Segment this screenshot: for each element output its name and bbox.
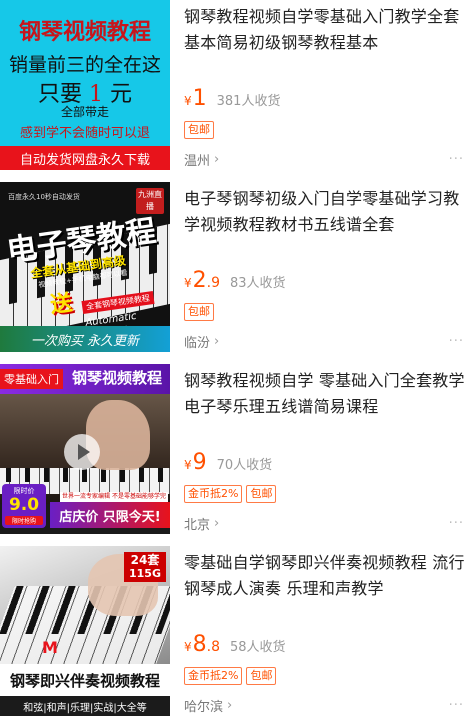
tag-free-shipping: 包邮 bbox=[184, 303, 214, 321]
thumb-bar: 店庆价 只限今天! bbox=[50, 502, 170, 528]
price-row: ¥ 8 .8 58人收货 bbox=[184, 634, 286, 656]
thumb-line: 感到学不会随时可以退 bbox=[19, 126, 150, 141]
chevron-right-icon: › bbox=[214, 152, 220, 167]
product-title[interactable]: 钢琴教程视频自学 零基础入门全套教学电子琴乐理五线谱简易课程 bbox=[184, 368, 466, 420]
location-label: 温州 bbox=[184, 154, 211, 169]
more-options-icon[interactable]: ··· bbox=[449, 516, 464, 531]
product-card[interactable]: 百度永久10秒自动发货 九洲直播 电子琴教程 全套从基础到高级 视频教程+手机电… bbox=[0, 182, 476, 364]
tag-coin-discount: 金币抵2% bbox=[184, 485, 243, 503]
thumb-heading: 钢琴即兴伴奏视频教程 bbox=[0, 664, 170, 696]
thumb-corner-badge: 24套 115G bbox=[124, 552, 166, 582]
chevron-right-icon: › bbox=[227, 698, 233, 713]
product-title[interactable]: 零基础自学钢琴即兴伴奏视频教程 流行钢琴成人演奏 乐理和声教学 bbox=[184, 550, 466, 602]
tag-coin-discount: 金币抵2% bbox=[184, 667, 243, 685]
tag-list: 金币抵2% 包邮 bbox=[184, 667, 277, 685]
product-info: 钢琴教程视频自学零基础入门教学全套基本简易初级钢琴教程基本 ¥ 1 381人收货… bbox=[184, 0, 466, 182]
sales-count: 83人收货 bbox=[230, 276, 286, 291]
sales-count: 70人收货 bbox=[216, 458, 273, 473]
price-integer: 1 bbox=[192, 86, 207, 111]
product-thumbnail[interactable]: 24套 115G M 钢琴即兴伴奏视频教程 和弦|和声|乐理|实战|大全等 bbox=[0, 546, 170, 716]
price-integer: 8 bbox=[192, 632, 207, 657]
product-card[interactable]: 24套 115G M 钢琴即兴伴奏视频教程 和弦|和声|乐理|实战|大全等 零基… bbox=[0, 546, 476, 727]
location-label: 北京 bbox=[184, 518, 211, 533]
shop-location[interactable]: 哈尔滨 › bbox=[184, 696, 232, 715]
thumb-bar: 一次购买 永久更新 bbox=[0, 326, 170, 352]
black-keys bbox=[0, 468, 170, 482]
brand-logo: M bbox=[42, 638, 58, 657]
thumb-price-badge: 限时价 9.0 限时抢购 bbox=[2, 484, 46, 528]
tag-free-shipping: 包邮 bbox=[246, 667, 277, 685]
tag-free-shipping: 包邮 bbox=[184, 121, 214, 139]
product-thumbnail[interactable]: 钢琴视频教程 销量前三的全在这 只要 1 元 全部带走 感到学不会随时可以退 自… bbox=[0, 0, 170, 170]
price-row: ¥ 1 381人收货 bbox=[184, 88, 280, 110]
price-integer: 2 bbox=[192, 268, 207, 293]
price-integer: 9 bbox=[192, 450, 207, 475]
thumb-gift-text: 送 bbox=[48, 290, 74, 319]
thumb-heading: 钢琴视频教程 bbox=[18, 19, 151, 45]
shop-location[interactable]: 临汾 › bbox=[184, 332, 219, 351]
more-options-icon[interactable]: ··· bbox=[449, 152, 464, 167]
badge-price: 9.0 bbox=[8, 495, 40, 515]
badge-tag: 限时抢购 bbox=[5, 516, 43, 525]
chevron-right-icon: › bbox=[214, 516, 220, 531]
price-currency: ¥ bbox=[184, 640, 192, 654]
location-label: 哈尔滨 bbox=[184, 700, 224, 715]
thumb-line: 销量前三的全在这 bbox=[8, 54, 161, 76]
product-thumbnail[interactable]: 百度永久10秒自动发货 九洲直播 电子琴教程 全套从基础到高级 视频教程+手机电… bbox=[0, 182, 170, 352]
price-currency: ¥ bbox=[184, 276, 192, 290]
product-title[interactable]: 电子琴钢琴初级入门自学零基础学习教学视频教程教材书五线谱全套 bbox=[184, 186, 466, 238]
price-currency: ¥ bbox=[184, 458, 192, 472]
play-icon[interactable] bbox=[64, 434, 100, 470]
chevron-right-icon: › bbox=[214, 334, 220, 349]
sales-count: 58人收货 bbox=[230, 640, 286, 655]
product-card[interactable]: 零基础入门 钢琴视频教程 世界一流专家编辑 不是零基础能够学完 限时价 9.0 … bbox=[0, 364, 476, 546]
badge-size: 115G bbox=[129, 567, 161, 580]
product-info: 电子琴钢琴初级入门自学零基础学习教学视频教程教材书五线谱全套 ¥ 2 .9 83… bbox=[184, 182, 466, 364]
thumb-heading: 钢琴视频教程 bbox=[72, 369, 163, 387]
location-label: 临汾 bbox=[184, 336, 211, 351]
thumb-caption: 世界一流专家编辑 不是零基础能够学完 bbox=[60, 492, 168, 502]
tag-list: 包邮 bbox=[184, 303, 214, 321]
shop-location[interactable]: 温州 › bbox=[184, 150, 219, 169]
thumb-top-text: 百度永久10秒自动发货 bbox=[8, 193, 80, 201]
more-options-icon[interactable]: ··· bbox=[449, 698, 464, 713]
tag-list: 金币抵2% 包邮 bbox=[184, 485, 277, 503]
thumb-bar: 自动发货网盘永久下载 bbox=[0, 146, 170, 170]
price-decimal: .9 bbox=[206, 275, 220, 291]
product-info: 钢琴教程视频自学 零基础入门全套教学电子琴乐理五线谱简易课程 ¥ 9 70人收货… bbox=[184, 364, 466, 546]
thumb-label: 零基础入门 bbox=[0, 369, 63, 389]
badge-count: 24套 bbox=[130, 553, 160, 567]
product-info: 零基础自学钢琴即兴伴奏视频教程 流行钢琴成人演奏 乐理和声教学 ¥ 8 .8 5… bbox=[184, 546, 466, 727]
thumb-header: 零基础入门 钢琴视频教程 bbox=[0, 364, 170, 394]
tag-free-shipping: 包邮 bbox=[246, 485, 277, 503]
thumb-bar: 和弦|和声|乐理|实战|大全等 bbox=[0, 696, 170, 716]
price-row: ¥ 2 .9 83人收货 bbox=[184, 270, 286, 292]
price-row: ¥ 9 70人收货 bbox=[184, 452, 272, 474]
more-options-icon[interactable]: ··· bbox=[449, 334, 464, 349]
price-decimal: .8 bbox=[206, 639, 220, 655]
shop-location[interactable]: 北京 › bbox=[184, 514, 219, 533]
tag-list: 包邮 bbox=[184, 121, 214, 139]
product-card[interactable]: 钢琴视频教程 销量前三的全在这 只要 1 元 全部带走 感到学不会随时可以退 自… bbox=[0, 0, 476, 182]
product-title[interactable]: 钢琴教程视频自学零基础入门教学全套基本简易初级钢琴教程基本 bbox=[184, 4, 466, 56]
price-currency: ¥ bbox=[184, 94, 192, 108]
thumb-line: 全部带走 bbox=[60, 105, 109, 119]
sales-count: 381人收货 bbox=[216, 94, 281, 109]
product-thumbnail[interactable]: 零基础入门 钢琴视频教程 世界一流专家编辑 不是零基础能够学完 限时价 9.0 … bbox=[0, 364, 170, 534]
